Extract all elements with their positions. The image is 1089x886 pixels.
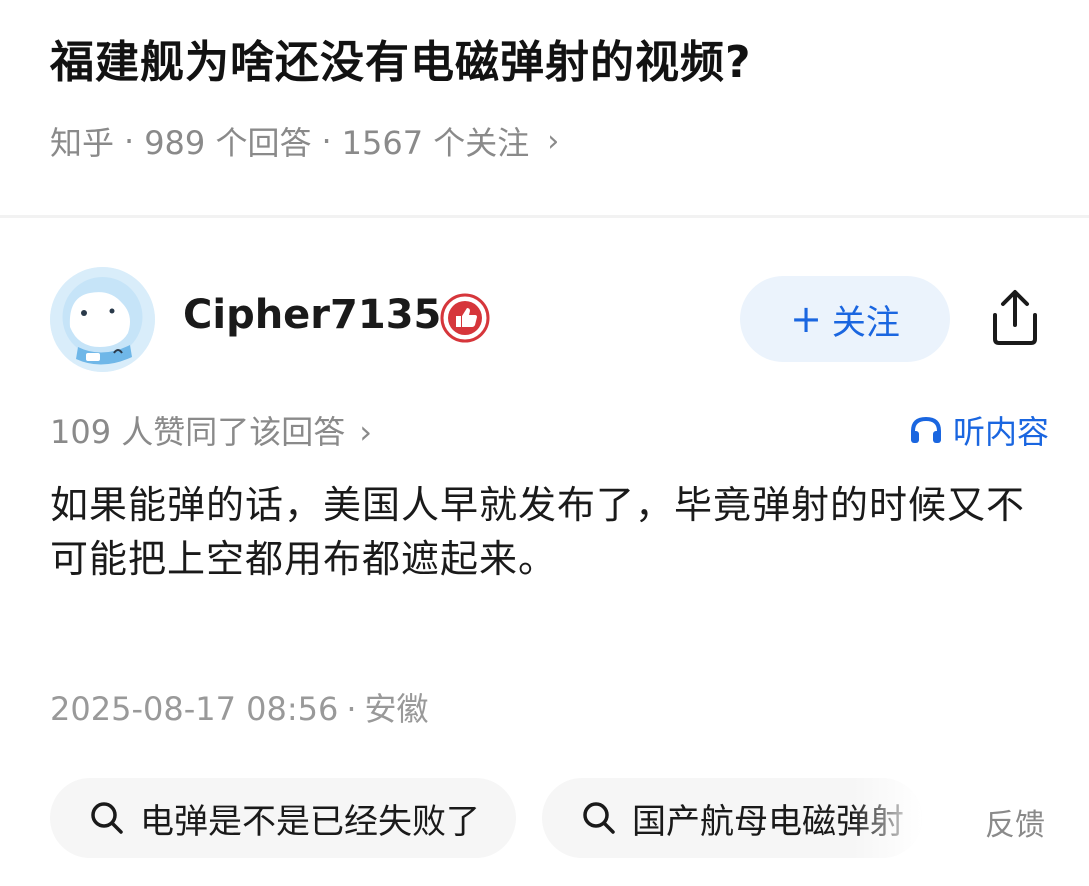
question-title[interactable]: 福建舰为啥还没有电磁弹射的视频?	[50, 26, 752, 90]
feedback-button[interactable]: 反馈	[985, 800, 1045, 844]
answer-count: 989 个回答	[144, 124, 312, 162]
follow-button[interactable]: + 关注	[740, 276, 950, 362]
share-icon[interactable]	[985, 287, 1045, 349]
listen-button[interactable]: 听内容	[909, 407, 1049, 453]
listen-label: 听内容	[952, 413, 1049, 451]
chevron-right-icon: ›	[547, 123, 560, 159]
related-search-label: 国产航母电磁弹射	[632, 801, 904, 842]
source-label: 知乎	[50, 124, 115, 162]
related-search-chip[interactable]: 国产航母电磁弹射	[542, 778, 922, 858]
separator: ·	[346, 690, 357, 728]
search-icon	[583, 802, 615, 834]
author-name[interactable]: Cipher7135	[183, 292, 441, 338]
follower-count: 1567 个关注	[341, 124, 530, 162]
likes-summary[interactable]: 109 人赞同了该回答 ›	[50, 407, 372, 453]
avatar[interactable]	[50, 267, 155, 372]
thumbs-up-badge-icon	[440, 293, 490, 343]
separator: ·	[321, 122, 332, 160]
headphones-icon	[910, 416, 941, 443]
related-search-label: 电弹是不是已经失败了	[140, 801, 480, 842]
answer-body[interactable]: 如果能弹的话，美国人早就发布了，毕竟弹射的时候又不可能把上空都用布都遮起来。	[50, 478, 1050, 586]
answer-location: 安徽	[364, 690, 429, 728]
separator: ·	[124, 122, 135, 160]
related-searches: 电弹是不是已经失败了 国产航母电磁弹射	[50, 778, 922, 858]
question-meta[interactable]: 知乎 · 989 个回答 · 1567 个关注 ›	[50, 118, 559, 164]
plus-icon: +	[790, 297, 822, 341]
follow-label: 关注	[831, 302, 900, 343]
section-divider	[0, 215, 1089, 218]
chevron-right-icon: ›	[359, 413, 373, 451]
answer-date: 2025-08-17 08:56	[50, 690, 339, 728]
search-icon	[91, 802, 123, 834]
related-search-chip[interactable]: 电弹是不是已经失败了	[50, 778, 516, 858]
likes-text: 109 人赞同了该回答	[50, 413, 346, 451]
answer-timestamp: 2025-08-17 08:56 · 安徽	[50, 684, 429, 730]
